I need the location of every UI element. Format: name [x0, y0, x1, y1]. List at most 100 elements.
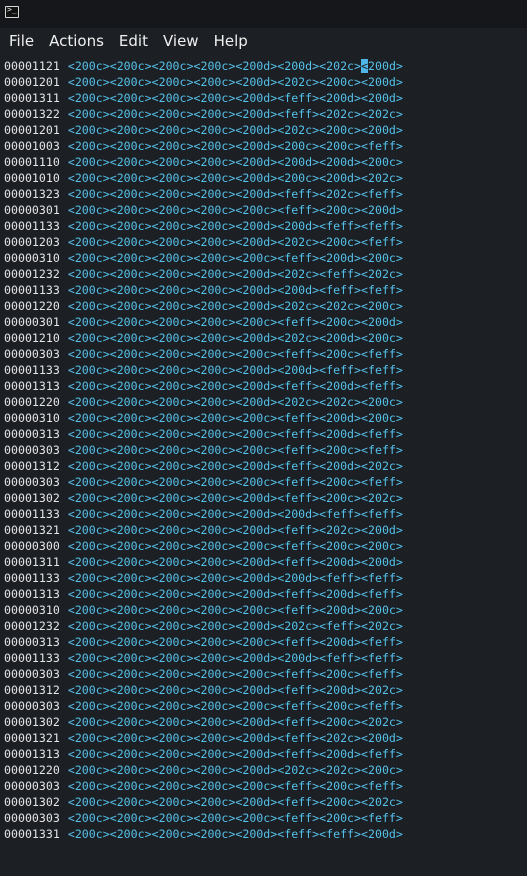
line-address: 00001003: [4, 139, 60, 153]
terminal-line: 00001220 <200c><200c><200c><200c><200d><2…: [4, 298, 403, 314]
terminal-line: 00000303 <200c><200c><200c><200c><200c><f…: [4, 666, 403, 682]
menu-help[interactable]: Help: [206, 29, 255, 53]
terminal-line: 00001003 <200c><200c><200c><200c><200d><2…: [4, 138, 403, 154]
line-address: 00001133: [4, 507, 60, 521]
terminal-line: 00000303 <200c><200c><200c><200c><200c><f…: [4, 698, 403, 714]
terminal-line: 00001311 <200c><200c><200c><200c><200d><f…: [4, 90, 403, 106]
terminal-line: 00001302 <200c><200c><200c><200c><200d><f…: [4, 794, 403, 810]
terminal-line: 00001133 <200c><200c><200c><200c><200d><2…: [4, 650, 403, 666]
line-address: 00001210: [4, 331, 60, 345]
line-address: 00001220: [4, 395, 60, 409]
line-codes: <200c><200c><200c><200c><200c><feff><200…: [67, 475, 403, 489]
line-address: 00001331: [4, 827, 60, 841]
line-address: 00001312: [4, 459, 60, 473]
line-codes: <200c><200c><200c><200c><200d><202c><202…: [67, 763, 403, 777]
menu-file[interactable]: File: [0, 29, 41, 53]
line-address: 00001220: [4, 763, 60, 777]
line-address: 00001201: [4, 123, 60, 137]
terminal-line: 00000310 <200c><200c><200c><200c><200c><f…: [4, 602, 403, 618]
line-address: 00000303: [4, 699, 60, 713]
line-address: 00001232: [4, 619, 60, 633]
line-address: 00001321: [4, 731, 60, 745]
terminal-line: 00001203 <200c><200c><200c><200c><200d><2…: [4, 234, 403, 250]
line-address: 00001133: [4, 651, 60, 665]
line-codes: <200c><200c><200c><200c><200c><feff><200…: [67, 603, 403, 617]
line-address: 00000301: [4, 203, 60, 217]
line-address: 00001010: [4, 171, 60, 185]
terminal-line: 00000303 <200c><200c><200c><200c><200c><f…: [4, 778, 403, 794]
line-codes: <200c><200c><200c><200c><200c><feff><200…: [67, 315, 403, 329]
line-address: 00001133: [4, 571, 60, 585]
terminal-line: 00001312 <200c><200c><200c><200c><200d><f…: [4, 458, 403, 474]
line-address: 00001201: [4, 75, 60, 89]
line-codes: <200c><200c><200c><200c><200c><feff><200…: [67, 203, 403, 217]
line-codes: <200c><200c><200c><200c><200d><feff><200…: [67, 91, 403, 105]
terminal-line: 00000301 <200c><200c><200c><200c><200c><f…: [4, 202, 403, 218]
line-codes: <200c><200c><200c><200c><200d><feff><200…: [67, 715, 403, 729]
line-address: 00001311: [4, 555, 60, 569]
line-address: 00000303: [4, 475, 60, 489]
title-bar: >_: [0, 0, 527, 28]
terminal-line: 00000303 <200c><200c><200c><200c><200c><f…: [4, 474, 403, 490]
line-codes: <200c><200c><200c><200c><200d><202c><200…: [67, 123, 403, 137]
line-address: 00001313: [4, 587, 60, 601]
line-address: 00001313: [4, 379, 60, 393]
line-codes: <200c><200c><200c><200c><200d><200d><fef…: [67, 219, 403, 233]
line-codes: <200c><200c><200c><200c><200c><feff><200…: [67, 779, 403, 793]
line-codes: <200c><200c><200c><200c><200d><feff><200…: [67, 587, 403, 601]
terminal-line: 00000313 <200c><200c><200c><200c><200c><f…: [4, 426, 403, 442]
line-codes: <200c><200c><200c><200c><200c><feff><200…: [67, 443, 403, 457]
terminal-line: 00001133 <200c><200c><200c><200c><200d><2…: [4, 218, 403, 234]
terminal-line: 00001133 <200c><200c><200c><200c><200d><2…: [4, 506, 403, 522]
line-codes: <200c><200c><200c><200c><200d><202c><fef…: [67, 267, 403, 281]
line-address: 00001220: [4, 299, 60, 313]
line-codes: <200c><200c><200c><200c><200d><200d><fef…: [67, 363, 403, 377]
terminal-line: 00001232 <200c><200c><200c><200c><200d><2…: [4, 266, 403, 282]
line-address: 00001302: [4, 715, 60, 729]
terminal-line: 00001010 <200c><200c><200c><200c><200d><2…: [4, 170, 403, 186]
terminal-line: 00001201 <200c><200c><200c><200c><200d><2…: [4, 122, 403, 138]
line-codes: <200c><200c><200c><200c><200d><200c><200…: [67, 171, 403, 185]
line-codes: <200c><200c><200c><200c><200c><feff><200…: [67, 411, 403, 425]
text-cursor: <: [361, 59, 368, 73]
menu-actions[interactable]: Actions: [41, 29, 111, 53]
terminal-output[interactable]: 00001121 <200c><200c><200c><200c><200d><2…: [0, 56, 527, 876]
terminal-line: 00001133 <200c><200c><200c><200c><200d><2…: [4, 570, 403, 586]
line-codes: <200c><200c><200c><200c><200c><feff><200…: [67, 347, 403, 361]
line-codes: <200c><200c><200c><200c><200d><202c><200…: [67, 235, 403, 249]
terminal-line: 00000300 <200c><200c><200c><200c><200c><f…: [4, 538, 403, 554]
line-codes: <200c><200c><200c><200c><200d><feff><200…: [67, 459, 403, 473]
line-codes: <200c><200c><200c><200c><200d><200d><fef…: [67, 571, 403, 585]
line-address: 00000303: [4, 811, 60, 825]
terminal-icon[interactable]: >_: [5, 5, 19, 18]
menu-edit[interactable]: Edit: [111, 29, 155, 53]
line-address: 00001321: [4, 523, 60, 537]
line-codes: <200c><200c><200c><200c><200d><202c><202…: [67, 395, 403, 409]
line-address: 00000310: [4, 251, 60, 265]
line-codes: <200c><200c><200c><200c><200c><feff><200…: [67, 811, 403, 825]
terminal-line: 00001313 <200c><200c><200c><200c><200d><f…: [4, 378, 403, 394]
line-codes: <200c><200c><200c><200c><200d><200d><fef…: [67, 507, 403, 521]
line-codes: <200c><200c><200c><200c><200d><feff><202…: [67, 731, 403, 745]
terminal-line: 00001302 <200c><200c><200c><200c><200d><f…: [4, 714, 403, 730]
line-codes: <200c><200c><200c><200c><200c><feff><200…: [67, 427, 403, 441]
line-address: 00000310: [4, 411, 60, 425]
line-codes: <200c><200c><200c><200c><200d><200d><fef…: [67, 651, 403, 665]
terminal-line: 00001133 <200c><200c><200c><200c><200d><2…: [4, 362, 403, 378]
line-address: 00000310: [4, 603, 60, 617]
terminal-line: 00001313 <200c><200c><200c><200c><200d><f…: [4, 586, 403, 602]
line-codes: <200c><200c><200c><200c><200d><202c><202…: [67, 299, 403, 313]
terminal-line: 00001133 <200c><200c><200c><200c><200d><2…: [4, 282, 403, 298]
menu-view[interactable]: View: [155, 29, 206, 53]
line-codes: <200c><200c><200c><200c><200d><202c><fef…: [67, 619, 403, 633]
terminal-line: 00000313 <200c><200c><200c><200c><200c><f…: [4, 634, 403, 650]
menu-bar: File Actions Edit View Help: [0, 28, 527, 54]
terminal-line: 00001311 <200c><200c><200c><200c><200d><f…: [4, 554, 403, 570]
terminal-line: 00001312 <200c><200c><200c><200c><200d><f…: [4, 682, 403, 698]
line-address: 00000301: [4, 315, 60, 329]
terminal-line: 00001201 <200c><200c><200c><200c><200d><2…: [4, 74, 403, 90]
line-codes: <200c><200c><200c><200c><200d><feff><202…: [67, 107, 403, 121]
line-codes: <200c><200c><200c><200c><200c><feff><200…: [67, 635, 403, 649]
line-codes: <200c><200c><200c><200c><200d><feff><fef…: [67, 827, 403, 841]
line-codes: <200c><200c><200c><200c><200d><200d><202…: [67, 59, 362, 73]
